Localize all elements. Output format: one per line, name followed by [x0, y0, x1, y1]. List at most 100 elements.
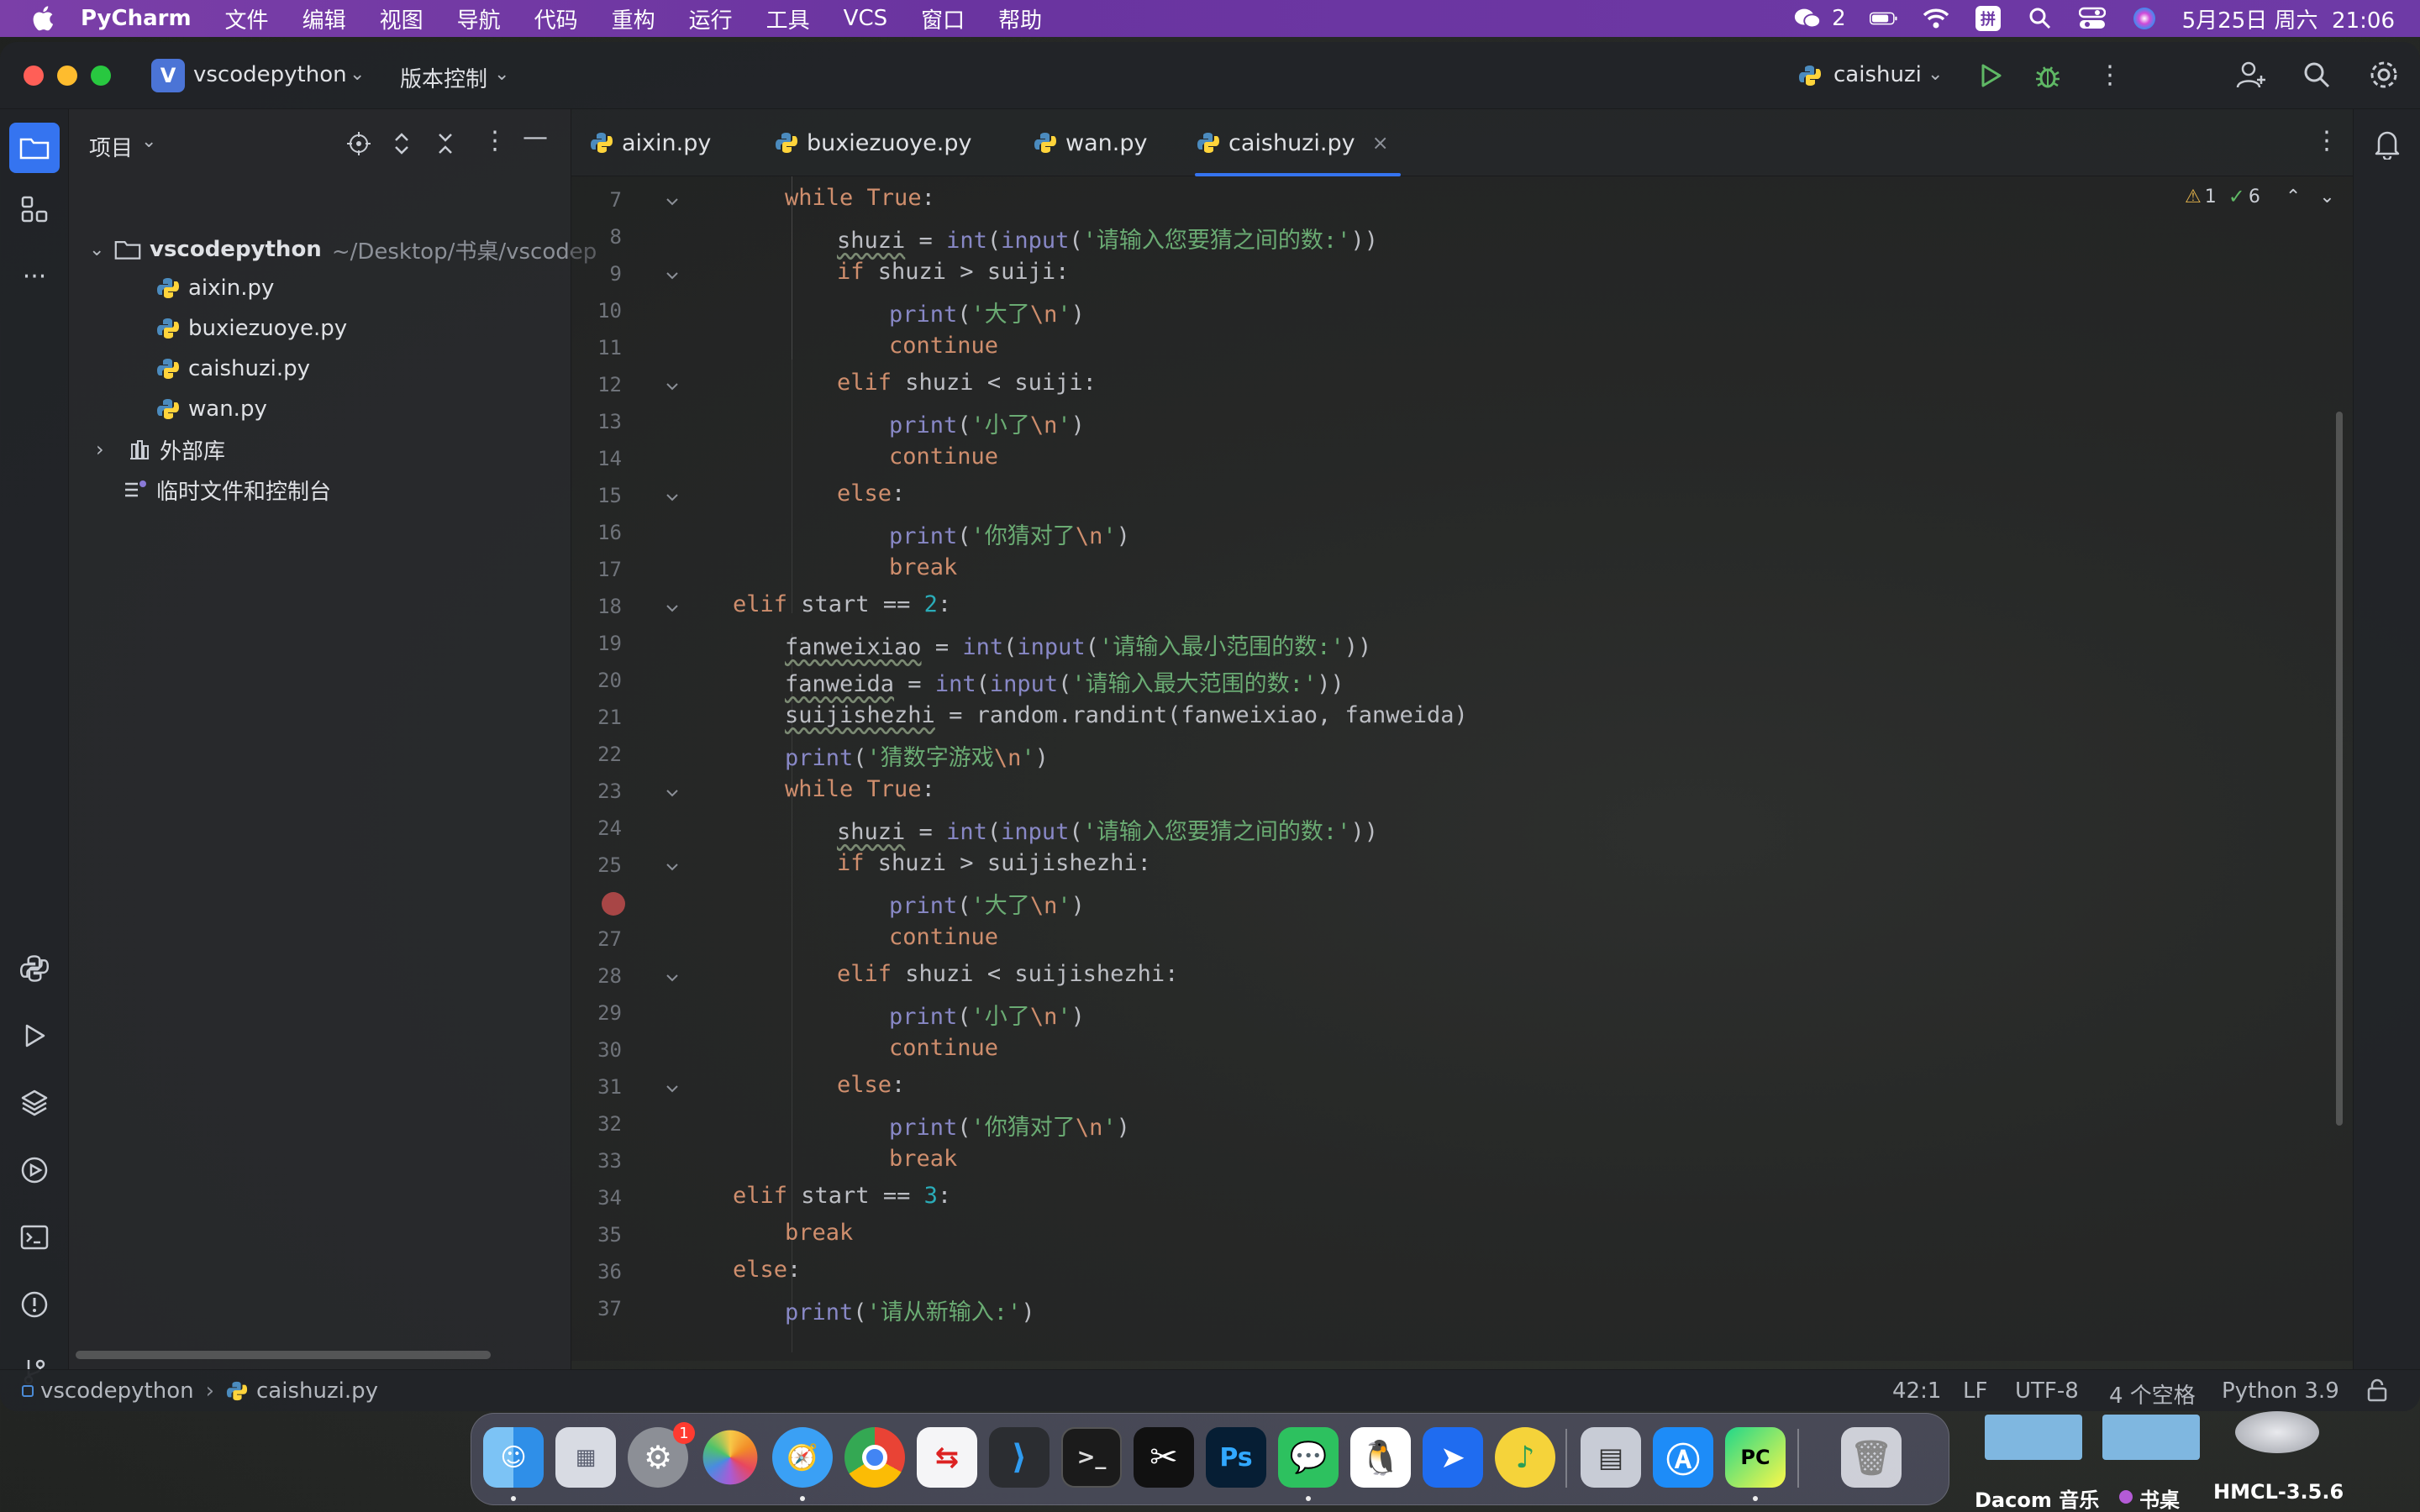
line-number[interactable]: 7 [571, 188, 622, 212]
fold-chevron-icon[interactable] [664, 600, 681, 617]
minimize-window-button[interactable] [57, 66, 77, 86]
fold-chevron-icon[interactable] [664, 489, 681, 506]
code-line[interactable]: elif start == 2: [733, 591, 951, 617]
project-badge[interactable]: V [151, 59, 185, 92]
menu-file[interactable]: 文件 [225, 3, 269, 34]
menu-code[interactable]: 代码 [534, 3, 578, 34]
tree-root-folder[interactable]: ⌄ vscodepython ~/Desktop/书桌/vscodep [89, 230, 597, 269]
chrome-icon[interactable] [844, 1427, 905, 1488]
fold-chevron-icon[interactable] [664, 785, 681, 801]
line-number[interactable]: 20 [571, 669, 622, 692]
line-number[interactable]: 37 [571, 1297, 622, 1320]
hide-panel-icon[interactable]: — [523, 123, 548, 152]
menu-view[interactable]: 视图 [380, 3, 424, 34]
tab-caishuzi[interactable]: caishuzi.py × [1195, 109, 1401, 176]
run-icon[interactable] [1978, 62, 2003, 92]
menu-refactor[interactable]: 重构 [612, 3, 655, 34]
code-line[interactable]: continue [889, 924, 998, 950]
wechat-icon[interactable]: 💬 [1278, 1427, 1339, 1488]
chevron-down-icon[interactable]: ⌄ [350, 64, 365, 85]
capcut-icon[interactable]: ✂ [1134, 1427, 1194, 1488]
terminal-icon[interactable]: >_ [1061, 1427, 1122, 1488]
code-line[interactable]: while True: [785, 185, 935, 211]
breakpoint-icon[interactable] [602, 892, 625, 916]
fold-chevron-icon[interactable] [664, 193, 681, 210]
feishu-icon[interactable]: ➤ [1423, 1427, 1483, 1488]
lock-icon[interactable] [2366, 1378, 2388, 1408]
music-app-icon[interactable]: ♪ [1495, 1427, 1555, 1488]
input-method-icon[interactable]: 拼 [1974, 4, 2002, 33]
wechat-status-icon[interactable] [1793, 4, 1822, 33]
line-number[interactable]: 11 [571, 336, 622, 360]
chevron-down-icon[interactable]: ⌄ [89, 239, 114, 260]
code-editor[interactable]: ⚠ 1 ✓ 6 ⌃ ⌄ 7 while True: 8 shuzi = int(inp… [571, 176, 2353, 1361]
problems-tool-icon[interactable] [15, 1285, 54, 1324]
desktop-app-thumbnail[interactable] [2235, 1411, 2319, 1453]
code-line[interactable]: print('大了\n') [889, 887, 1085, 920]
spotlight-search-icon[interactable] [2026, 4, 2054, 33]
tab-wan[interactable]: wan.py [1034, 109, 1147, 176]
siri-icon[interactable] [2130, 4, 2159, 33]
menu-edit[interactable]: 编辑 [302, 3, 346, 34]
project-switcher[interactable]: vscodepython [193, 62, 347, 87]
control-center-icon[interactable] [2078, 4, 2107, 33]
line-number[interactable]: 27 [571, 927, 622, 951]
line-separator[interactable]: LF [1963, 1378, 1987, 1404]
code-line[interactable]: print('小了\n') [889, 407, 1085, 439]
battery-icon[interactable] [1869, 4, 1898, 33]
code-line[interactable]: elif shuzi < suijishezhi: [837, 961, 1178, 987]
settings-gear-icon[interactable] [2368, 59, 2400, 94]
fold-chevron-icon[interactable] [664, 858, 681, 875]
tab-aixin[interactable]: aixin.py [590, 109, 711, 176]
chevron-down-icon[interactable]: ⌄ [494, 64, 509, 85]
zoom-window-button[interactable] [91, 66, 111, 86]
code-line[interactable]: print('请从新输入:') [785, 1294, 1035, 1326]
line-number[interactable]: 12 [571, 373, 622, 396]
run-tool-icon[interactable] [15, 1016, 54, 1055]
finder-icon[interactable]: ☺ [483, 1427, 544, 1488]
code-line[interactable]: while True: [785, 776, 935, 802]
line-number[interactable]: 18 [571, 595, 622, 618]
close-window-button[interactable] [24, 66, 44, 86]
search-everywhere-icon[interactable] [2302, 60, 2331, 92]
editor-vertical-scrollbar[interactable] [2336, 412, 2343, 1126]
code-line[interactable]: elif shuzi < suiji: [837, 370, 1097, 396]
line-number[interactable]: 36 [571, 1260, 622, 1284]
vcs-menu[interactable]: 版本控制 [400, 62, 487, 93]
tree-file-aixin[interactable]: aixin.py [156, 269, 274, 307]
code-line[interactable]: break [889, 1146, 957, 1172]
breadcrumb-project[interactable]: vscodepython [40, 1378, 194, 1404]
desktop-label[interactable]: HMCL-3.5.6 [2213, 1480, 2344, 1504]
run-configuration-selector[interactable]: caishuzi [1833, 62, 1922, 87]
menu-window[interactable]: 窗口 [921, 3, 965, 34]
code-line[interactable]: shuzi = int(input('请输入您要猜之间的数:')) [837, 222, 1378, 255]
chevron-down-icon[interactable]: ⌄ [1928, 64, 1943, 85]
line-number[interactable]: 32 [571, 1112, 622, 1136]
code-line[interactable]: if shuzi > suijishezhi: [837, 850, 1151, 876]
terminal-tool-icon[interactable] [15, 1218, 54, 1257]
apple-icon[interactable] [30, 4, 59, 33]
desktop-label[interactable]: Dacom 音乐 [1975, 1483, 2099, 1512]
fold-chevron-icon[interactable] [664, 1080, 681, 1097]
desktop-label[interactable]: 书桌 [2139, 1483, 2180, 1512]
expand-all-icon[interactable] [392, 131, 412, 160]
line-number[interactable]: 34 [571, 1186, 622, 1210]
project-tool-folder-icon[interactable] [9, 123, 60, 173]
python-console-icon[interactable] [15, 949, 54, 988]
menu-navigate[interactable]: 导航 [457, 3, 501, 34]
code-line[interactable]: suijishezhi = random.randint(fanweixiao,… [785, 702, 1468, 728]
pycharm-icon[interactable]: PC [1725, 1427, 1786, 1488]
project-panel-title[interactable]: 项目 [89, 131, 133, 162]
menu-clock[interactable]: 5月25日 周六 21:06 [2182, 3, 2395, 34]
tree-file-caishuzi[interactable]: caishuzi.py [156, 349, 310, 388]
code-line[interactable]: print('大了\n') [889, 296, 1085, 328]
line-number[interactable]: 9 [571, 262, 622, 286]
code-line[interactable]: print('你猜对了\n') [889, 517, 1130, 550]
line-number[interactable]: 21 [571, 706, 622, 729]
structure-tool-icon[interactable] [15, 190, 54, 228]
line-number[interactable]: 13 [571, 410, 622, 433]
line-number[interactable]: 17 [571, 558, 622, 581]
fold-chevron-icon[interactable] [664, 378, 681, 395]
file-encoding[interactable]: UTF-8 [2015, 1378, 2079, 1404]
safari-icon[interactable]: 🧭 [772, 1427, 833, 1488]
